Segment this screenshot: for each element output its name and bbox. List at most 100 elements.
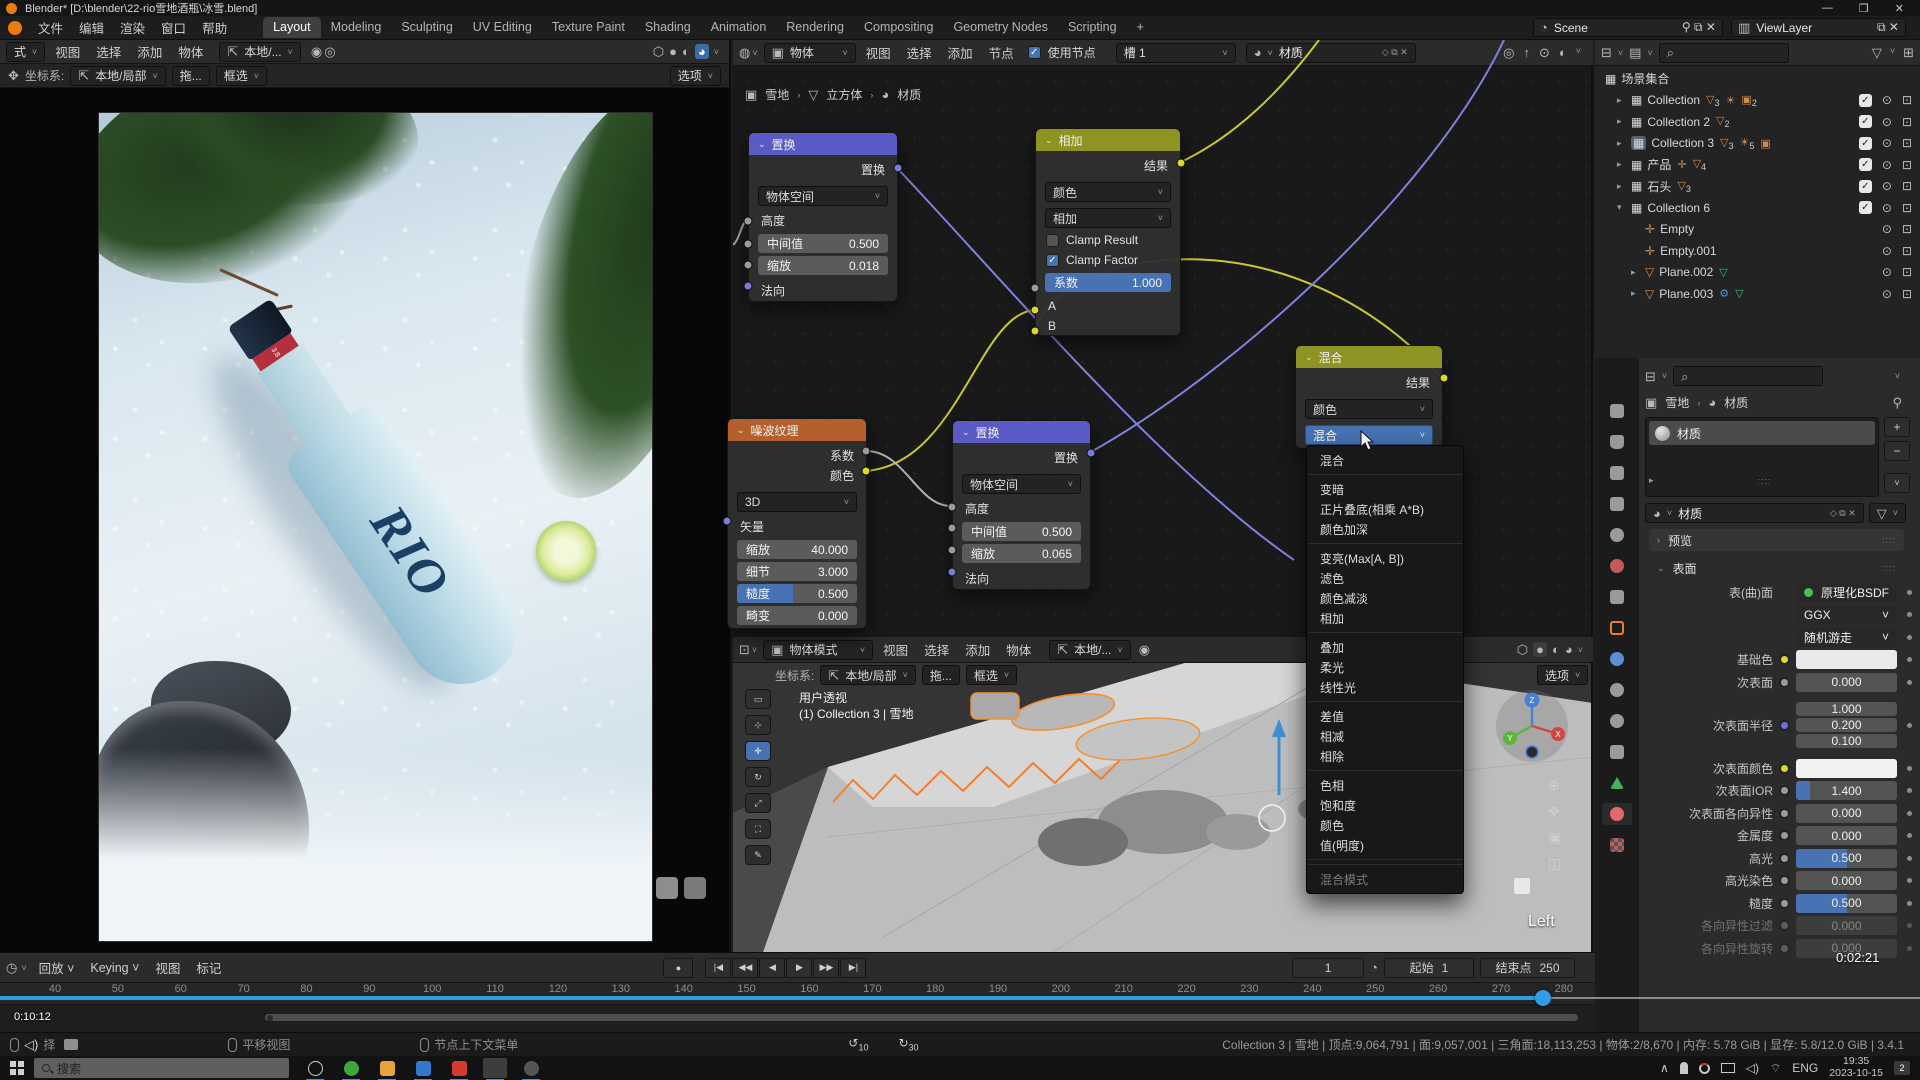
mode-dropdown[interactable]: ▣物体模式˅: [763, 640, 873, 660]
workspace-tab-compositing[interactable]: Compositing: [854, 17, 943, 38]
select-mode-dropdown[interactable]: 框选˅: [966, 665, 1017, 685]
preview-panel-header[interactable]: ›预览::::: [1649, 529, 1904, 551]
add-fac-socket[interactable]: [1031, 284, 1040, 293]
menu-3[interactable]: 窗口: [153, 18, 194, 37]
hide-eye-icon[interactable]: ⊙: [1882, 115, 1892, 129]
hide-eye-icon[interactable]: ⊙: [1882, 244, 1892, 258]
coord-system-dropdown[interactable]: ⇱本地/局部˅: [70, 66, 166, 86]
noise-color-socket[interactable]: [862, 467, 871, 476]
disable-render-icon[interactable]: ⊡: [1902, 93, 1912, 107]
folder-icon[interactable]: [375, 1058, 399, 1078]
workspace-tab-texture-paint[interactable]: Texture Paint: [542, 17, 635, 38]
outliner-search-input[interactable]: ⌕: [1659, 43, 1789, 63]
disable-render-icon[interactable]: ⊡: [1902, 222, 1912, 236]
menu-4[interactable]: 帮助: [194, 18, 235, 37]
disable-render-icon[interactable]: ⊡: [1902, 265, 1912, 279]
shading-solid-icon[interactable]: ●: [669, 45, 677, 58]
close-button[interactable]: ✕: [1895, 2, 1904, 15]
noise-vector-socket[interactable]: [723, 517, 732, 526]
material-slot-selected[interactable]: 材质: [1649, 421, 1875, 445]
menu-选择[interactable]: 选择: [88, 42, 129, 61]
workspace-tab-shading[interactable]: Shading: [635, 17, 701, 38]
次表面各向异性-field[interactable]: 0.000: [1796, 804, 1897, 823]
pan-icon[interactable]: ✥: [1548, 803, 1561, 820]
properties-tab-tool[interactable]: [1602, 400, 1632, 422]
frame-end-field[interactable]: 结束点250: [1480, 958, 1575, 978]
shading-material-icon[interactable]: ◐: [1552, 643, 1560, 656]
camera-view-icon[interactable]: ▣: [1548, 829, 1561, 846]
exclude-checkbox[interactable]: ✓: [1859, 115, 1872, 128]
disp1-midlevel-slider[interactable]: 中间值0.500: [758, 234, 888, 253]
tool-select-box-icon[interactable]: ▭: [745, 689, 771, 709]
toggle-ortho-icon[interactable]: ◫: [1548, 855, 1561, 872]
noise-缩放-slider[interactable]: 缩放40.000: [737, 540, 857, 559]
shading-wireframe-icon[interactable]: ⬡: [653, 45, 664, 58]
blend-mode-option-9[interactable]: 相加: [1307, 608, 1463, 628]
animate-dot[interactable]: [1907, 878, 1912, 883]
糙度-field[interactable]: 0.500: [1796, 894, 1897, 913]
properties-tab-constraints[interactable]: [1602, 741, 1632, 763]
display-mode-icon[interactable]: ▤: [1629, 46, 1641, 59]
workspace-tab-scripting[interactable]: Scripting: [1058, 17, 1127, 38]
animate-dot[interactable]: [1907, 901, 1912, 906]
workspace-tab-layout[interactable]: Layout: [263, 17, 321, 38]
blend-mode-option-17[interactable]: 相除: [1307, 746, 1463, 766]
outliner-row-Collection 6[interactable]: ▾▦Collection 6✓⊙⊡: [1595, 197, 1920, 219]
shading-rendered-icon[interactable]: ◕: [1565, 643, 1573, 656]
menu-物体[interactable]: 物体: [998, 640, 1039, 659]
transport-4[interactable]: ▶▶: [813, 958, 839, 978]
animate-dot[interactable]: [1907, 723, 1912, 728]
hide-eye-icon[interactable]: ⊙: [1882, 201, 1892, 215]
transport-2[interactable]: ◀: [759, 958, 785, 978]
menu-Keying[interactable]: Keying ˅: [82, 961, 147, 975]
outliner[interactable]: ⊟˅ ▤˅ ⌕ ▽˅ ⊞ ▦ 场景集合 ▸▦Collection▽3☀▣2✓⊙⊡…: [1595, 40, 1920, 358]
hide-eye-icon[interactable]: ⊙: [1882, 265, 1892, 279]
outliner-row-Plane.003[interactable]: ▸▽Plane.003⚙▽⊙⊡: [1595, 283, 1920, 305]
red-app-icon[interactable]: [447, 1058, 471, 1078]
tool-transform-icon[interactable]: ⛶: [745, 819, 771, 839]
disp2-out-socket[interactable]: [1087, 449, 1096, 458]
node-add[interactable]: ⌄相加 结果 颜色˅ 相加˅ Clamp Result ✓Clamp Facto…: [1035, 128, 1181, 336]
workspace-tab-animation[interactable]: Animation: [701, 17, 777, 38]
video-osd-button-1[interactable]: [656, 877, 678, 899]
blend-mode-option-6[interactable]: 变亮(Max[A, B]): [1307, 548, 1463, 568]
microphone-icon[interactable]: [1680, 1062, 1688, 1074]
blend-mode-option-12[interactable]: 柔光: [1307, 657, 1463, 677]
outliner-row-Collection 3[interactable]: ▸▦Collection 3▽3☀5▣✓⊙⊡: [1595, 133, 1920, 155]
recorder-icon[interactable]: [1699, 1063, 1710, 1074]
coord-system-dropdown[interactable]: ⇱本地/局部˅: [820, 665, 916, 685]
disp1-scale-socket[interactable]: [744, 261, 753, 270]
menu-回放[interactable]: 回放 ˅: [31, 958, 83, 977]
properties-tab-collection[interactable]: [1602, 586, 1632, 608]
properties-tab-scene[interactable]: [1602, 524, 1632, 546]
properties-tab-material[interactable]: [1602, 803, 1632, 825]
workspace-tab-uv-editing[interactable]: UV Editing: [463, 17, 542, 38]
value-field[interactable]: 0.200: [1796, 718, 1897, 732]
animate-dot[interactable]: [1907, 856, 1912, 861]
金属度-field[interactable]: 0.000: [1796, 826, 1897, 845]
animate-dot[interactable]: [1907, 811, 1912, 816]
disp1-mid-socket[interactable]: [744, 240, 753, 249]
次表面IOR-field[interactable]: 1.400: [1796, 781, 1897, 800]
add-workspace-button[interactable]: +: [1127, 17, 1154, 38]
video-osd-button-2[interactable]: [684, 877, 706, 899]
exclude-checkbox[interactable]: ✓: [1859, 201, 1872, 214]
orientation-dropdown[interactable]: ⇱本地/...˅: [1049, 640, 1131, 660]
GGX-field[interactable]: GGX˅: [1796, 605, 1897, 624]
editor-type-icon[interactable]: ⊡: [739, 643, 750, 656]
material-datablock-field[interactable]: ◕˅ 材质 ◇ ⧉ ✕: [1645, 503, 1864, 523]
transport-5[interactable]: ▶|: [840, 958, 866, 978]
disable-render-icon[interactable]: ⊡: [1902, 201, 1912, 215]
properties-tab-output[interactable]: [1602, 462, 1632, 484]
video-progress-watched[interactable]: [0, 996, 1543, 1000]
noise-畸变-slider[interactable]: 畸变0.000: [737, 606, 857, 625]
green-app-icon[interactable]: [339, 1058, 363, 1078]
pin-icon[interactable]: ⚲: [1892, 396, 1902, 409]
workspace-tab-modeling[interactable]: Modeling: [321, 17, 392, 38]
disp2-scale-slider[interactable]: 缩放0.065: [962, 544, 1081, 563]
menu-标记[interactable]: 标记: [188, 958, 229, 977]
高光-field[interactable]: 0.500: [1796, 849, 1897, 868]
properties-tab-viewlayer[interactable]: [1602, 493, 1632, 515]
properties-tab-data[interactable]: [1602, 772, 1632, 794]
disp2-normal-socket[interactable]: [948, 568, 957, 577]
